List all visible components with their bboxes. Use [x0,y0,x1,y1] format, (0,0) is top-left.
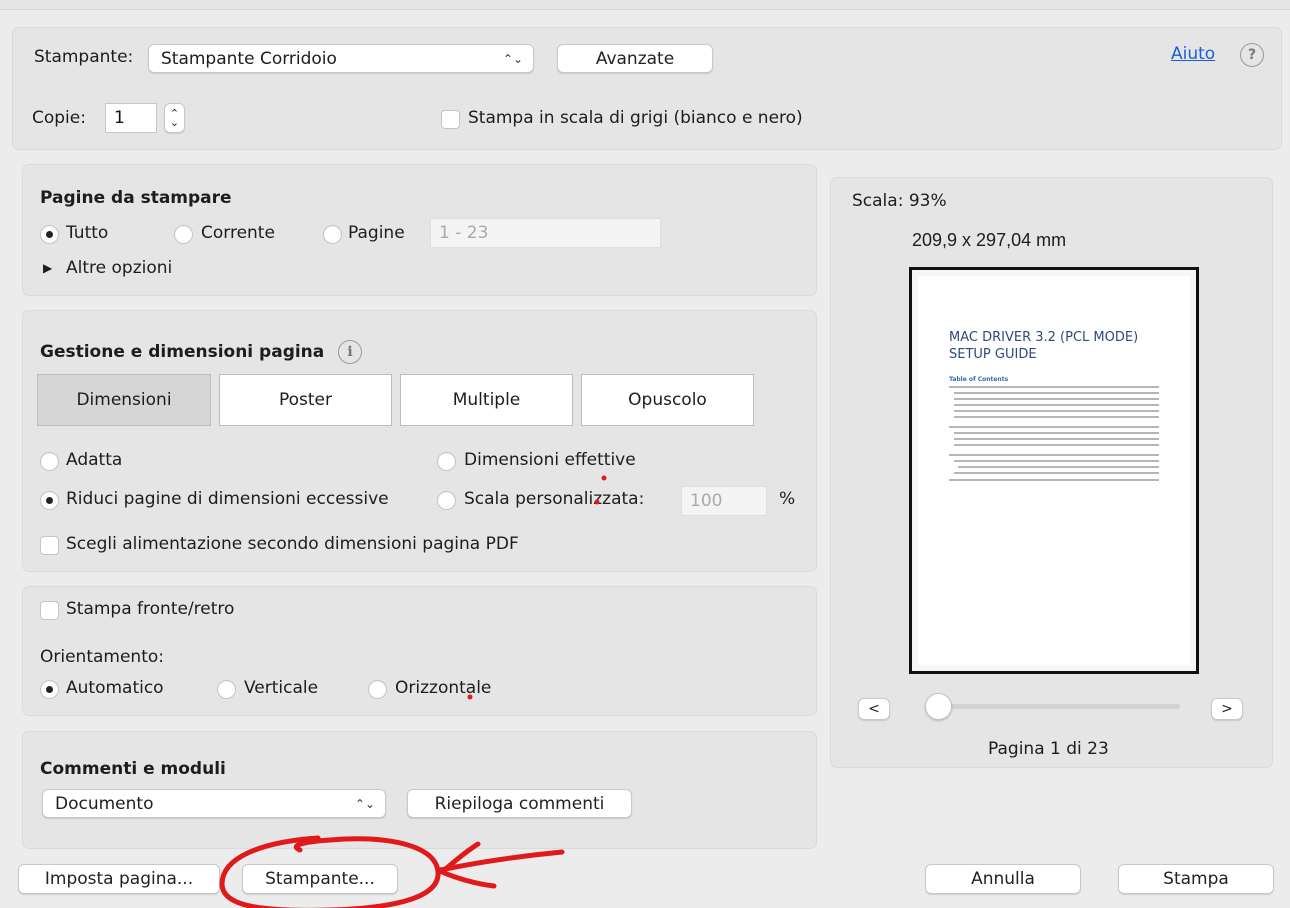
annotation-dot [594,499,600,505]
red-annotation-overlay [219,475,607,908]
annotation-dot [467,694,473,700]
annotation-circle [219,835,441,908]
annotation-dot [601,475,607,481]
